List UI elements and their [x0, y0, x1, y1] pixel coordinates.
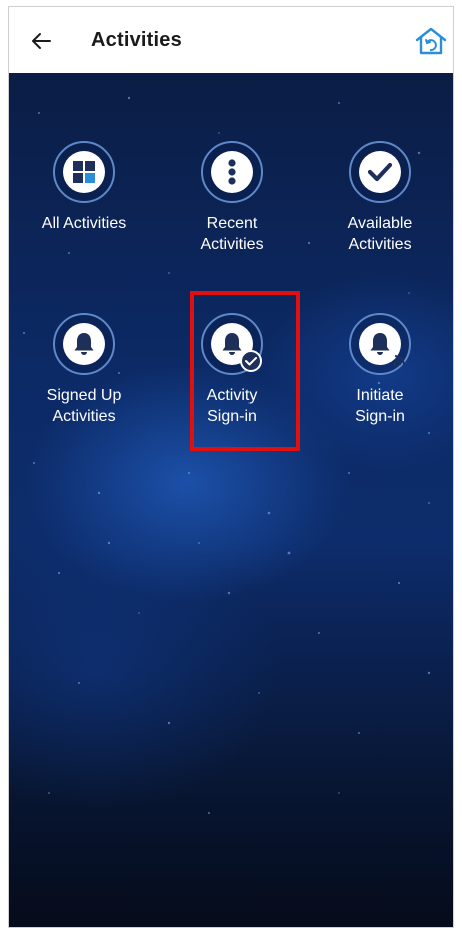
grid-icon: [63, 151, 105, 193]
tile-label-line1: Signed Up: [46, 387, 122, 404]
tile-label: Recent Activities: [157, 213, 307, 255]
signed-up-activities-icon-ring: [53, 313, 115, 375]
arrow-left-icon: [32, 33, 51, 49]
app-bar: Activities: [9, 7, 453, 74]
tile-label: Activity Sign-in: [157, 385, 307, 427]
tile-label-line2: Sign-in: [355, 408, 405, 425]
activity-sign-in-icon-ring: [201, 313, 263, 375]
tile-label: Initiate Sign-in: [305, 385, 453, 427]
available-activities-icon-ring: [349, 141, 411, 203]
all-activities-icon-ring: [53, 141, 115, 203]
tile-label-line1: All Activities: [41, 215, 127, 232]
home-refresh-icon: [415, 27, 447, 55]
tile-label-line1: Recent: [206, 215, 258, 232]
available-activities-tile[interactable]: Available Activities: [305, 141, 453, 255]
tile-label: Signed Up Activities: [9, 385, 159, 427]
tile-label: All Activities: [9, 213, 159, 234]
all-activities-tile[interactable]: All Activities: [9, 141, 159, 234]
recent-activities-tile[interactable]: Recent Activities: [157, 141, 307, 255]
tile-label-line1: Initiate: [356, 387, 404, 404]
tile-label-line1: Activity: [206, 387, 258, 404]
home-button[interactable]: [411, 21, 451, 61]
bell-signal-icon: [359, 323, 405, 368]
back-button[interactable]: [23, 23, 59, 59]
activities-panel: All Activities Recent Activities Availab…: [9, 73, 453, 927]
tile-label: Available Activities: [305, 213, 453, 255]
initiate-sign-in-icon-ring: [349, 313, 411, 375]
initiate-sign-in-tile[interactable]: Initiate Sign-in: [305, 313, 453, 427]
signed-up-activities-tile[interactable]: Signed Up Activities: [9, 313, 159, 427]
checkmark-icon: [359, 151, 401, 193]
tile-label-line2: Activities: [52, 408, 116, 425]
activity-sign-in-tile[interactable]: Activity Sign-in: [157, 313, 307, 427]
bell-check-icon: [211, 323, 262, 372]
recent-activities-icon-ring: [201, 141, 263, 203]
tile-label-line2: Activities: [348, 236, 412, 253]
tile-label-line1: Available: [347, 215, 413, 232]
vertical-dots-icon: [211, 151, 253, 193]
bell-icon: [63, 323, 105, 365]
page-title: Activities: [91, 29, 182, 51]
tile-label-line2: Activities: [200, 236, 264, 253]
tile-label-line2: Sign-in: [207, 408, 257, 425]
app-screen: Activities All Activities Recent Activit…: [8, 6, 454, 928]
